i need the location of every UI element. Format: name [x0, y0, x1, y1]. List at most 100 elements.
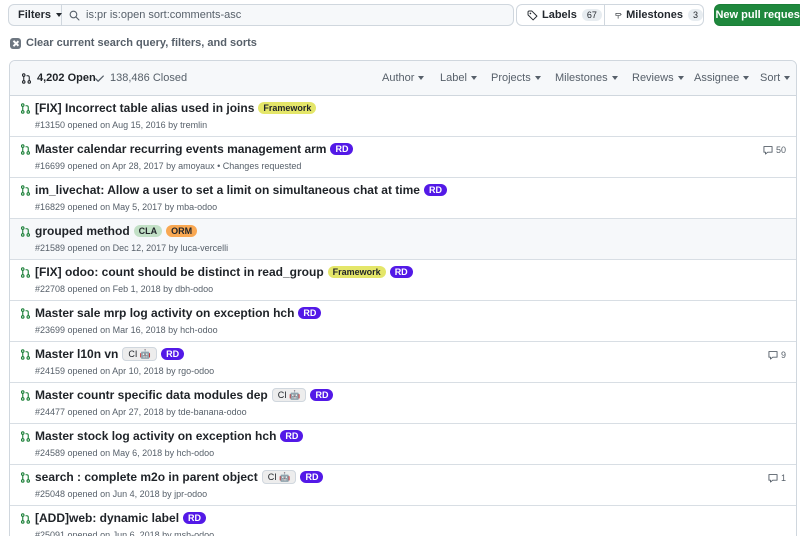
pull-request-title-link[interactable]: [FIX] Incorrect table alias used in join…	[35, 101, 254, 115]
pull-request-row[interactable]: Master l10n vn CI 🤖 RD #24159 opened on Apr…	[10, 342, 796, 383]
comments-count: 9	[780, 350, 786, 360]
pull-request-title-link[interactable]: Master sale mrp log activity on exceptio…	[35, 306, 294, 320]
pull-request-row[interactable]: Master calendar recurring events managem…	[10, 137, 796, 178]
check-icon	[95, 74, 104, 82]
label-badge[interactable]: CI 🤖	[122, 347, 158, 361]
pull-request-title-link[interactable]: search : complete m2o in parent object	[35, 470, 258, 484]
labels-count: 67	[581, 9, 602, 21]
label-badge[interactable]: RD	[183, 512, 207, 524]
author-filter-label: Author	[382, 72, 415, 84]
pull-request-row[interactable]: [ADD]web: dynamic label RD #25091 opened o…	[10, 506, 796, 536]
clear-filters-label: Clear current search query, filters, and…	[26, 37, 257, 49]
label-badge[interactable]: RD	[423, 184, 447, 196]
pull-request-open-icon	[20, 226, 31, 240]
comments-link[interactable]: 1	[768, 473, 786, 483]
label-badge[interactable]: RD	[310, 389, 334, 401]
label-badge[interactable]: RD	[389, 266, 413, 278]
pull-request-row[interactable]: grouped method CLA ORM #21589 opened on Dec…	[10, 219, 796, 260]
pull-request-meta: #24589 opened on May 6, 2018 by hch-odoo	[35, 448, 215, 458]
pull-request-meta: #25048 opened on Jun 4, 2018 by jpr-odoo	[35, 489, 208, 499]
clear-filters-link[interactable]: Clear current search query, filters, and…	[10, 37, 257, 49]
assignee-filter[interactable]: Assignee	[694, 72, 750, 84]
pull-request-title-link[interactable]: Master calendar recurring events managem…	[35, 142, 326, 156]
comment-icon	[768, 473, 781, 483]
pull-request-title-link[interactable]: Master stock log activity on exception h…	[35, 429, 276, 443]
pull-request-open-icon	[20, 103, 31, 117]
pull-request-title-line: grouped method CLA ORM	[35, 224, 198, 238]
pull-request-meta: #23699 opened on Mar 16, 2018 by hch-odo…	[35, 325, 218, 335]
chevron-down-icon	[743, 76, 750, 80]
list-header: 4,202 Open 138,486 Closed Author Label P…	[10, 61, 796, 96]
chevron-down-icon	[534, 76, 541, 80]
pull-request-row[interactable]: search : complete m2o in parent object CI…	[10, 465, 796, 506]
author-filter[interactable]: Author	[382, 72, 425, 84]
comment-icon	[763, 145, 776, 155]
sort-filter[interactable]: Sort	[760, 72, 791, 84]
label-filter-label: Label	[440, 72, 467, 84]
label-badge[interactable]: Framework	[258, 102, 317, 114]
projects-filter-label: Projects	[491, 72, 531, 84]
label-badge[interactable]: RD	[280, 430, 304, 442]
comments-link[interactable]: 50	[763, 145, 786, 155]
labels-button[interactable]: Labels 67	[516, 4, 605, 26]
pull-request-title-line: [FIX] Incorrect table alias used in join…	[35, 101, 317, 115]
pull-request-title-link[interactable]: im_livechat: Allow a user to set a limit…	[35, 183, 420, 197]
pull-request-row[interactable]: [FIX] Incorrect table alias used in join…	[10, 96, 796, 137]
pull-request-meta: #25091 opened on Jun 6, 2018 by msh-odoo	[35, 530, 215, 536]
milestones-count: 3	[687, 9, 703, 21]
filters-button[interactable]: Filters	[8, 4, 63, 26]
pull-request-title-link[interactable]: [ADD]web: dynamic label	[35, 511, 179, 525]
pull-request-row[interactable]: Master countr specific data modules dep C…	[10, 383, 796, 424]
reviews-filter[interactable]: Reviews	[632, 72, 684, 84]
chevron-down-icon	[418, 76, 425, 80]
label-badge[interactable]: Framework	[327, 266, 386, 278]
pull-request-meta: #21589 opened on Dec 12, 2017 by luca-ve…	[35, 243, 229, 253]
pull-request-icon	[21, 72, 32, 84]
milestones-button[interactable]: Milestones 3	[605, 4, 704, 26]
pull-request-row[interactable]: Master sale mrp log activity on exceptio…	[10, 301, 796, 342]
search-box[interactable]	[62, 4, 514, 26]
pull-request-rows: [FIX] Incorrect table alias used in join…	[10, 96, 796, 536]
pull-request-title-line: search : complete m2o in parent object CI…	[35, 470, 324, 484]
closed-filter-link[interactable]: 138,486 Closed	[94, 72, 187, 84]
milestones-button-label: Milestones	[626, 9, 683, 21]
label-badge[interactable]: ORM	[166, 225, 198, 237]
open-filter-link[interactable]: 4,202 Open	[21, 72, 96, 84]
milestone-icon	[615, 12, 622, 19]
label-badge[interactable]: RD	[300, 471, 324, 483]
pull-request-title-link[interactable]: Master countr specific data modules dep	[35, 388, 268, 402]
comments-link[interactable]: 9	[768, 350, 786, 360]
pull-request-title-line: Master sale mrp log activity on exceptio…	[35, 306, 322, 320]
pull-request-open-icon	[20, 472, 31, 486]
label-badge[interactable]: RD	[161, 348, 185, 360]
reviews-filter-label: Reviews	[632, 72, 674, 84]
pull-request-meta: #16829 opened on May 5, 2017 by mba-odoo	[35, 202, 218, 212]
new-pull-request-button[interactable]: New pull request	[714, 4, 800, 26]
label-filter[interactable]: Label	[440, 72, 477, 84]
pull-request-title-link[interactable]: Master l10n vn	[35, 347, 118, 361]
pull-request-title-link[interactable]: [FIX] odoo: count should be distinct in …	[35, 265, 324, 279]
comment-icon	[768, 350, 781, 360]
pull-request-row[interactable]: im_livechat: Allow a user to set a limit…	[10, 178, 796, 219]
pull-request-meta: #13150 opened on Aug 15, 2016 by tremlin	[35, 120, 208, 130]
pull-request-meta: #16699 opened on Apr 28, 2017 by amoyaux…	[35, 161, 302, 171]
label-badge[interactable]: RD	[330, 143, 354, 155]
label-badge[interactable]: CLA	[133, 225, 163, 237]
chevron-down-icon	[470, 76, 477, 80]
label-badge[interactable]: CI 🤖	[261, 470, 297, 484]
projects-filter[interactable]: Projects	[491, 72, 541, 84]
pull-request-title-link[interactable]: grouped method	[35, 224, 130, 238]
label-badge[interactable]: RD	[298, 307, 322, 319]
pull-request-open-icon	[20, 185, 31, 199]
clear-icon	[10, 37, 21, 49]
milestones-filter[interactable]: Milestones	[555, 72, 618, 84]
tag-icon	[527, 10, 538, 20]
pull-request-row[interactable]: [FIX] odoo: count should be distinct in …	[10, 260, 796, 301]
label-badge[interactable]: CI 🤖	[271, 388, 307, 402]
pull-request-meta: #22708 opened on Feb 1, 2018 by dbh-odoo	[35, 284, 214, 294]
comments-count: 1	[780, 473, 786, 483]
pull-request-open-icon	[20, 431, 31, 445]
search-input[interactable]	[86, 9, 486, 21]
toolbar: Filters Labels 67 Milestones 3 New pull …	[8, 4, 800, 26]
pull-request-row[interactable]: Master stock log activity on exception h…	[10, 424, 796, 465]
